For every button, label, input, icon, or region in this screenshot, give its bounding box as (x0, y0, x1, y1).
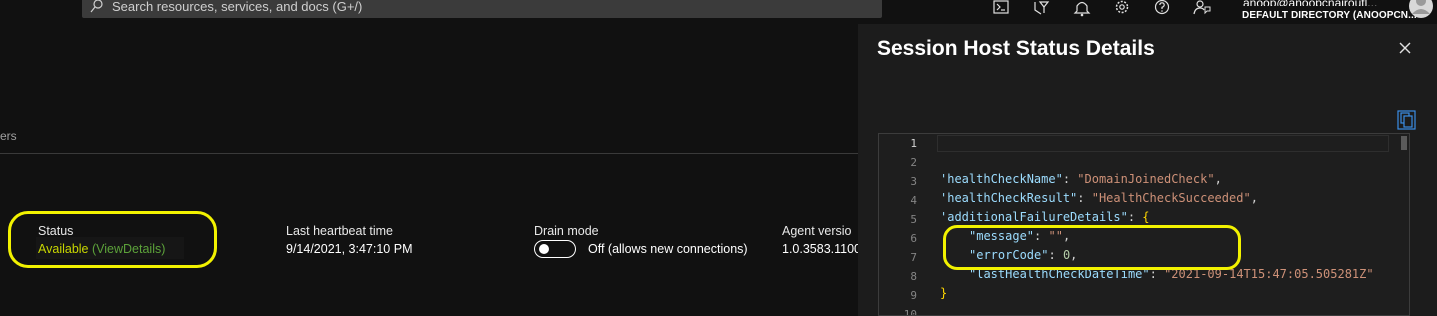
line-number: 5 (910, 213, 917, 226)
code-line-3: 'healthCheckName": "DomainJoinedCheck", (940, 172, 1222, 186)
cloud-shell-icon[interactable] (991, 0, 1013, 18)
json-key: 'additionalFailureDetails" (940, 210, 1128, 224)
feedback-icon[interactable] (1191, 0, 1213, 18)
close-icon[interactable] (1397, 40, 1413, 56)
gear-icon[interactable] (1111, 0, 1133, 18)
json-key: "message" (969, 229, 1035, 243)
line-number: 4 (910, 194, 917, 207)
code-line-4: 'healthCheckResult": "HealthCheckSucceed… (940, 191, 1258, 205)
status-value: Available (38, 242, 89, 256)
line-number: 6 (910, 232, 917, 245)
code-line-7: "errorCode": 0, (969, 248, 1078, 262)
json-key: 'healthCheckResult" (940, 191, 1078, 205)
bell-icon[interactable] (1071, 0, 1093, 18)
json-string: "HealthCheckSucceeded" (1091, 191, 1251, 205)
code-line-9: } (940, 286, 948, 300)
drain-mode-value: Off (allows new connections) (588, 242, 748, 256)
line-number: 7 (910, 251, 917, 264)
session-host-status-panel: Session Host Status Details 1 2 3 4 5 6 … (858, 24, 1437, 316)
current-line-highlight (937, 135, 1389, 152)
json-string: "DomainJoinedCheck" (1077, 172, 1215, 186)
status-value-row: Available (ViewDetails) (38, 242, 165, 256)
json-string: "2021-09-14T15:47:05.505281Z" (1164, 267, 1374, 281)
heartbeat-label: Last heartbeat time (286, 224, 394, 238)
account-name[interactable]: anoop@anoopcnairoutl... (1243, 0, 1377, 6)
code-line-6: "message": "", (969, 229, 1071, 243)
line-number: 2 (910, 156, 917, 169)
line-number: 1 (910, 137, 917, 150)
json-key: "lastHealthCheckDateTime" (969, 267, 1150, 281)
search-placeholder: Search resources, services, and docs (G+… (112, 0, 363, 14)
drain-mode-toggle[interactable] (534, 240, 576, 258)
heartbeat-value: 9/14/2021, 3:47:10 PM (286, 242, 413, 256)
copy-icon[interactable] (1397, 110, 1416, 130)
drain-mode-label: Drain mode (534, 224, 599, 238)
editor-scrollbar[interactable] (1399, 134, 1409, 315)
json-code-editor[interactable]: 1 2 3 4 5 6 7 8 9 10 'healthCheckName": … (878, 133, 1410, 316)
agent-version-value: 1.0.3583.1100 (782, 242, 858, 256)
status-label: Status (38, 224, 74, 238)
line-number-gutter: 1 2 3 4 5 6 7 8 9 10 (879, 134, 921, 315)
scrollbar-thumb[interactable] (1401, 136, 1407, 150)
view-details-link[interactable]: (ViewDetails) (92, 242, 165, 256)
line-number: 8 (910, 270, 917, 283)
top-bar: Search resources, services, and docs (G+… (0, 0, 1437, 24)
directory-filter-icon[interactable] (1031, 0, 1053, 18)
panel-title: Session Host Status Details (877, 37, 1155, 60)
search-icon (90, 0, 104, 16)
account-directory[interactable]: DEFAULT DIRECTORY (ANOOPCN... (1242, 10, 1417, 21)
json-string: "" (1048, 229, 1063, 243)
json-key: 'healthCheckName" (940, 172, 1063, 186)
help-icon[interactable] (1151, 0, 1173, 18)
avatar[interactable] (1407, 0, 1435, 20)
global-search-box[interactable]: Search resources, services, and docs (G+… (82, 0, 882, 18)
code-line-8: "lastHealthCheckDateTime": "2021-09-14T1… (969, 267, 1374, 281)
agent-version-label: Agent versio (782, 224, 852, 238)
tabs-divider (0, 153, 858, 154)
json-key: "errorCode" (969, 248, 1049, 262)
code-line-5: 'additionalFailureDetails": { (940, 210, 1150, 224)
line-number: 3 (910, 175, 917, 188)
toggle-knob (539, 244, 549, 254)
tab-partial-label[interactable]: ers (0, 129, 17, 143)
line-number: 9 (910, 289, 917, 302)
line-number: 10 (903, 308, 917, 316)
